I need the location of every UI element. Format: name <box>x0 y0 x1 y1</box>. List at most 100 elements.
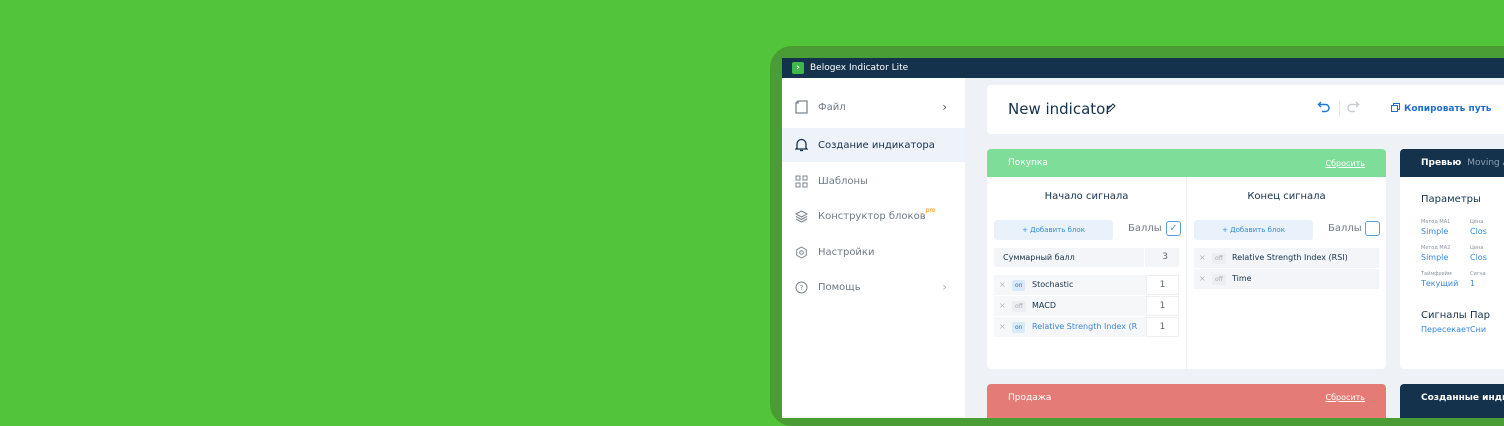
params-title: Параметры <box>1421 194 1481 205</box>
sidebar-item-block-builder[interactable]: Конструктор блоковpro <box>782 199 965 233</box>
rule-name: MACD <box>1032 301 1056 310</box>
signal-start-column: Начало сигнала + Добавить блок Баллы ✓ С… <box>987 177 1187 369</box>
sidebar-item-label: Конструктор блоковpro <box>818 207 935 222</box>
sell-panel: Продажа Сбросить <box>987 384 1386 418</box>
param-label: Цена <box>1470 245 1484 251</box>
sidebar-item-label: Настройки <box>818 246 875 258</box>
remove-icon[interactable]: × <box>1199 274 1206 283</box>
title-bar: › Belogex Indicator Lite <box>782 58 1504 78</box>
param-value[interactable]: 1 <box>1470 279 1475 288</box>
param-value[interactable]: Clos <box>1470 253 1487 262</box>
param-label: Сигна <box>1470 271 1486 277</box>
rule-row[interactable]: × off Time <box>1194 269 1379 289</box>
sidebar-item-text: Конструктор блоков <box>818 210 926 222</box>
created-indicators-title: Созданные инди <box>1421 393 1504 403</box>
signals-title: Сигналы <box>1421 310 1467 321</box>
param-value[interactable]: Clos <box>1470 227 1487 236</box>
preview-tab[interactable]: Превью <box>1421 158 1461 168</box>
sidebar-item-help[interactable]: ? Помощь › <box>782 270 965 304</box>
buy-panel-title: Покупка <box>1008 158 1048 168</box>
param-label: Цена <box>1470 219 1484 225</box>
sidebar: Файл › Создание индикатора Шаблоны Конст… <box>782 78 965 418</box>
param-value[interactable]: Simple <box>1421 253 1448 262</box>
grid-icon <box>794 174 809 189</box>
remove-icon[interactable]: × <box>999 322 1006 331</box>
score-label: Баллы <box>1128 223 1162 234</box>
file-icon <box>794 100 809 115</box>
signals-value[interactable]: Пересекает <box>1421 325 1471 334</box>
param-label: Таймфрейм <box>1421 271 1452 277</box>
preview-panel: Превью Moving A Параметры Метод MA1 Simp… <box>1400 149 1504 369</box>
rule-name: Time <box>1232 274 1252 283</box>
copy-path-label: Копировать путь <box>1404 104 1492 114</box>
rule-name: Relative Strength Index (R <box>1032 322 1138 331</box>
sidebar-item-label: Помощь <box>818 281 861 293</box>
param-value[interactable]: Simple <box>1421 227 1448 236</box>
buy-panel-header: Покупка Сбросить <box>987 149 1386 177</box>
app-window: › Belogex Indicator Lite Файл › Создание… <box>782 58 1504 418</box>
sidebar-item-templates[interactable]: Шаблоны <box>782 164 965 198</box>
state-toggle[interactable]: on <box>1012 322 1026 333</box>
divider <box>1144 248 1145 267</box>
pencil-icon[interactable] <box>1106 103 1116 116</box>
sidebar-item-file[interactable]: Файл › <box>782 90 965 124</box>
rule-score[interactable]: 1 <box>1146 317 1179 337</box>
sidebar-item-create-indicator[interactable]: Создание индикатора <box>782 128 965 162</box>
rule-name: Relative Strength Index (RSI) <box>1232 253 1348 262</box>
add-block-button[interactable]: + Добавить блок <box>994 220 1113 240</box>
layers-icon <box>794 209 809 224</box>
remove-icon[interactable]: × <box>999 280 1006 289</box>
preview-header: Превью Moving A <box>1400 149 1504 177</box>
divider <box>1339 101 1340 117</box>
help-icon: ? <box>794 280 809 295</box>
rule-row[interactable]: × off Relative Strength Index (RSI) <box>1194 248 1379 268</box>
sidebar-item-label: Создание индикатора <box>818 139 935 151</box>
sidebar-item-label: Шаблоны <box>818 175 868 187</box>
param-value[interactable]: Текущий <box>1421 279 1458 288</box>
rule-row[interactable]: × on Stochastic 1 <box>994 275 1179 295</box>
signal-end-column: Конец сигнала + Добавить блок Баллы × of… <box>1187 177 1386 369</box>
param-label: Метод MA2 <box>1421 245 1451 251</box>
gear-icon <box>794 245 809 260</box>
copy-path-button[interactable]: Копировать путь <box>1391 103 1492 114</box>
score-checkbox[interactable] <box>1365 221 1380 236</box>
total-score-label: Суммарный балл <box>1003 253 1075 262</box>
preview-subtitle: Moving A <box>1467 158 1504 168</box>
chevron-right-icon: › <box>942 280 947 294</box>
sidebar-item-label: Файл <box>818 101 846 113</box>
state-toggle[interactable]: on <box>1012 280 1026 291</box>
sell-reset-link[interactable]: Сбросить <box>1326 393 1365 402</box>
signal-start-title: Начало сигнала <box>1044 191 1129 202</box>
header-card: New indicator Копировать путь <box>987 85 1504 134</box>
pairs-value[interactable]: Сни <box>1470 325 1486 334</box>
state-toggle[interactable]: off <box>1212 274 1226 285</box>
sidebar-item-settings[interactable]: Настройки <box>782 235 965 269</box>
remove-icon[interactable]: × <box>1199 253 1206 262</box>
pro-badge: pro <box>925 206 936 214</box>
state-toggle[interactable]: off <box>1012 301 1026 312</box>
page-title[interactable]: New indicator <box>1008 100 1112 118</box>
bell-icon <box>794 138 809 153</box>
remove-icon[interactable]: × <box>999 301 1006 310</box>
rule-score[interactable]: 1 <box>1146 296 1179 316</box>
copy-icon <box>1391 103 1400 112</box>
redo-icon[interactable] <box>1346 99 1360 117</box>
svg-text:?: ? <box>800 284 804 292</box>
rule-row[interactable]: × on Relative Strength Index (R 1 <box>994 317 1179 337</box>
param-label: Метод MA1 <box>1421 219 1451 225</box>
signal-end-title: Конец сигнала <box>1247 191 1326 202</box>
state-toggle[interactable]: off <box>1212 253 1226 264</box>
total-score-row: Суммарный балл 3 <box>994 248 1179 267</box>
add-block-button[interactable]: + Добавить блок <box>1194 220 1313 240</box>
buy-reset-link[interactable]: Сбросить <box>1326 159 1365 168</box>
rule-name: Stochastic <box>1032 280 1074 289</box>
rule-score[interactable]: 1 <box>1146 275 1179 295</box>
score-checkbox[interactable]: ✓ <box>1166 221 1181 236</box>
start-rule-list: × on Stochastic 1 × off MACD 1 × on Rela… <box>994 275 1179 338</box>
total-score-value: 3 <box>1162 252 1168 262</box>
chevron-right-icon: › <box>942 100 947 114</box>
undo-icon[interactable] <box>1317 99 1331 117</box>
sell-panel-title: Продажа <box>1008 393 1052 403</box>
rule-row[interactable]: × off MACD 1 <box>994 296 1179 316</box>
created-indicators-panel: Созданные инди <box>1400 384 1504 418</box>
